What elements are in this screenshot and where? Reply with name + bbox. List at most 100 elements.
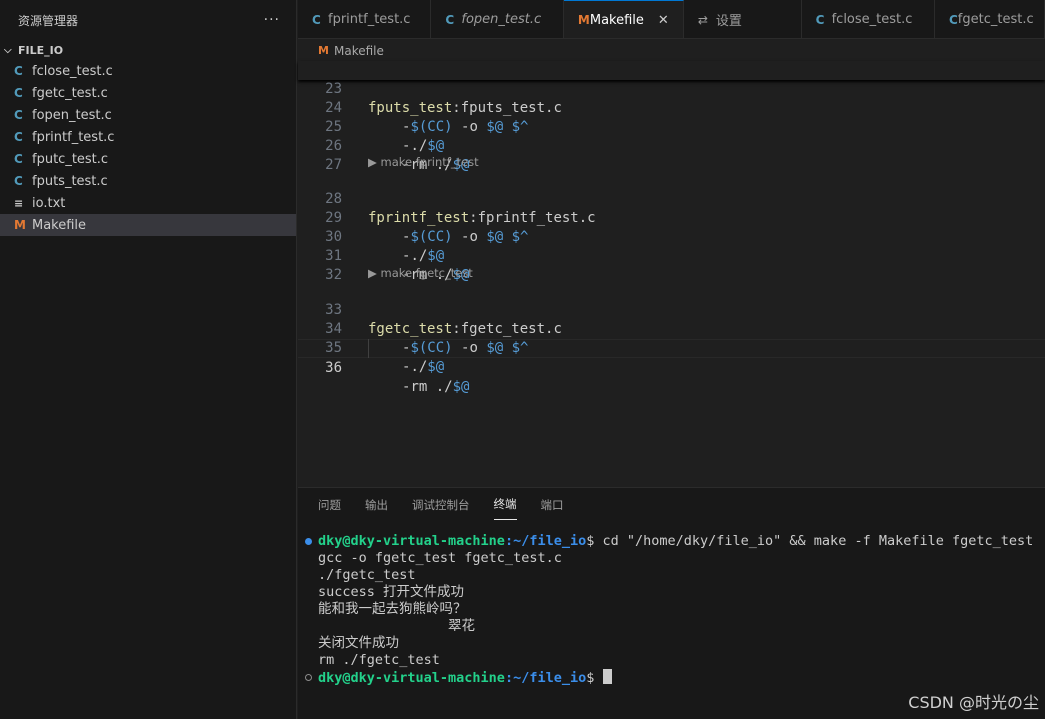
makefile-icon: M	[318, 44, 329, 57]
editor-tab-bar: C fprintf_test.c C fopen_test.c M Makefi…	[298, 0, 1045, 39]
terminal-output-line: 关闭文件成功	[318, 635, 399, 651]
c-file-icon: C	[14, 86, 23, 100]
code-text: -rm ./$@	[402, 378, 469, 397]
c-file-icon: C	[312, 12, 321, 27]
c-file-icon: C	[445, 12, 455, 27]
file-label: fputc_test.c	[32, 151, 109, 167]
code-line: 31 -rm ./$@	[298, 228, 1045, 283]
tab-terminal[interactable]: 终端	[493, 496, 517, 520]
c-file-icon: C	[14, 174, 23, 188]
breadcrumb[interactable]: M Makefile	[298, 40, 1045, 61]
make-deps: :fputs_test.c	[452, 100, 562, 116]
terminal-output-line: gcc -o fgetc_test fgetc_test.c	[318, 550, 562, 566]
file-item-io-txt[interactable]: ≡ io.txt	[0, 192, 296, 214]
file-label: fgetc_test.c	[32, 85, 108, 101]
prompt-path: :~/file_io	[504, 533, 587, 549]
file-label: io.txt	[32, 195, 66, 211]
file-item-fgetc[interactable]: C fgetc_test.c	[0, 82, 296, 104]
tab-settings[interactable]: ⇄ 设置	[683, 0, 802, 38]
prompt-path: :~/file_io	[504, 670, 587, 686]
make-target: fputs_test	[368, 100, 453, 116]
code-text: -./$@	[402, 358, 444, 377]
tab-fopen-test[interactable]: C fopen_test.c	[431, 0, 564, 38]
watermark: CSDN @时光の尘	[908, 693, 1039, 712]
terminal-cursor	[602, 669, 612, 684]
tab-fclose-test[interactable]: C fclose_test.c	[801, 0, 935, 38]
tab-fgetc-test[interactable]: C fgetc_test.c	[934, 0, 1045, 38]
terminal-output-line: rm ./fgetc_test	[318, 652, 440, 668]
panel-tabs: 问题 输出 调试控制台 终端 端口	[298, 488, 1045, 520]
explorer-title: 资源管理器	[18, 13, 79, 28]
folder-label: FILE_IO	[18, 43, 64, 57]
more-actions-icon[interactable]: ···	[264, 12, 280, 28]
tab-label: fopen_test.c	[461, 12, 542, 27]
breadcrumb-label: Makefile	[334, 43, 384, 58]
code-line: 28 fprintf_test:fprintf_test.c	[298, 171, 1045, 226]
text-file-icon: ≡	[14, 196, 24, 210]
code-line-current: 36 -rm ./$@	[298, 339, 1045, 395]
file-item-fputs[interactable]: C fputs_test.c	[0, 170, 296, 192]
tab-ports[interactable]: 端口	[541, 497, 564, 520]
file-item-fprintf[interactable]: C fprintf_test.c	[0, 126, 296, 148]
code-line: 26 -rm ./$@	[298, 118, 1045, 173]
code-line: 34 -$(CC) -o $@ $^	[298, 301, 1045, 356]
explorer-sidebar: 资源管理器 ··· ⌵ FILE_IO C fclose_test.c C fg…	[0, 0, 297, 719]
codelens-make-fprintf[interactable]: ▶ make fprintf_test	[368, 153, 479, 171]
command-pending-icon[interactable]	[305, 674, 312, 681]
code-line: 33 fgetc_test:fgetc_test.c	[298, 282, 1045, 337]
code-line: 24 -$(CC) -o $@ $^	[298, 80, 1045, 135]
line-number: 36	[325, 360, 342, 376]
tab-problems[interactable]: 问题	[318, 497, 341, 520]
indent-guide	[368, 339, 369, 358]
code-line: 30 -./$@	[298, 209, 1045, 264]
close-icon[interactable]: ✕	[658, 13, 669, 28]
prompt-user: dky@dky-virtual-machine	[318, 670, 505, 686]
codelens-make-fgetc[interactable]: ▶ make fgetc_test	[368, 264, 473, 282]
file-label: Makefile	[32, 217, 87, 233]
tab-label: fclose_test.c	[831, 12, 913, 27]
code-editor[interactable]: 23 fputs_test:fputs_test.c 24 -$(CC) -o …	[298, 61, 1045, 481]
terminal-output-line: success 打开文件成功	[318, 584, 465, 600]
c-file-icon: C	[14, 64, 23, 78]
command-success-icon[interactable]	[305, 538, 312, 545]
tab-label: Makefile	[589, 12, 644, 28]
file-item-fputc[interactable]: C fputc_test.c	[0, 148, 296, 170]
file-item-fclose[interactable]: C fclose_test.c	[0, 60, 296, 82]
code-text: fputs_test:fputs_test.c	[368, 99, 562, 118]
file-label: fclose_test.c	[32, 63, 113, 79]
tab-label: fgetc_test.c	[957, 12, 1034, 27]
tab-debug-console[interactable]: 调试控制台	[412, 497, 470, 520]
code-line: 35 -./$@	[298, 320, 1045, 375]
code-token: $@	[452, 379, 470, 395]
file-label: fputs_test.c	[32, 173, 108, 189]
c-file-icon: C	[14, 108, 23, 122]
tab-fprintf-test[interactable]: C fprintf_test.c	[298, 0, 432, 38]
file-label: fopen_test.c	[32, 107, 112, 123]
tab-label: fprintf_test.c	[328, 12, 411, 27]
c-file-icon: C	[14, 152, 23, 166]
c-file-icon: C	[948, 12, 958, 27]
code-token: ./	[410, 359, 428, 375]
explorer-header: 资源管理器 ···	[0, 0, 296, 40]
makefile-icon: M	[577, 13, 590, 27]
code-line: 29 -$(CC) -o $@ $^	[298, 190, 1045, 245]
makefile-icon: M	[14, 218, 26, 232]
terminal-output-line: ./fgetc_test	[318, 567, 416, 583]
file-label: fprintf_test.c	[32, 129, 115, 145]
code-line: 23 fputs_test:fputs_test.c	[298, 61, 1045, 116]
c-file-icon: C	[815, 12, 825, 27]
tab-makefile[interactable]: M Makefile ✕	[563, 0, 684, 38]
tab-output[interactable]: 输出	[365, 497, 388, 520]
folder-file-io[interactable]: ⌵ FILE_IO	[0, 40, 296, 60]
settings-icon: ⇄	[697, 12, 708, 27]
sticky-scroll-header[interactable]: 23 fputs_test:fputs_test.c	[298, 61, 1045, 116]
prompt-user: dky@dky-virtual-machine	[318, 533, 505, 549]
tab-label: 设置	[715, 14, 742, 29]
file-item-fopen[interactable]: C fopen_test.c	[0, 104, 296, 126]
code-token: $@	[427, 359, 445, 375]
terminal-command: cd "/home/dky/file_io" && make -f Makefi…	[594, 533, 1034, 549]
bottom-panel: 问题 输出 调试控制台 终端 端口 dky@dky-virtual-machin…	[298, 487, 1045, 719]
code-token: rm ./	[410, 379, 453, 395]
prompt-symbol: $	[586, 670, 595, 686]
file-item-makefile[interactable]: M Makefile	[0, 214, 296, 236]
